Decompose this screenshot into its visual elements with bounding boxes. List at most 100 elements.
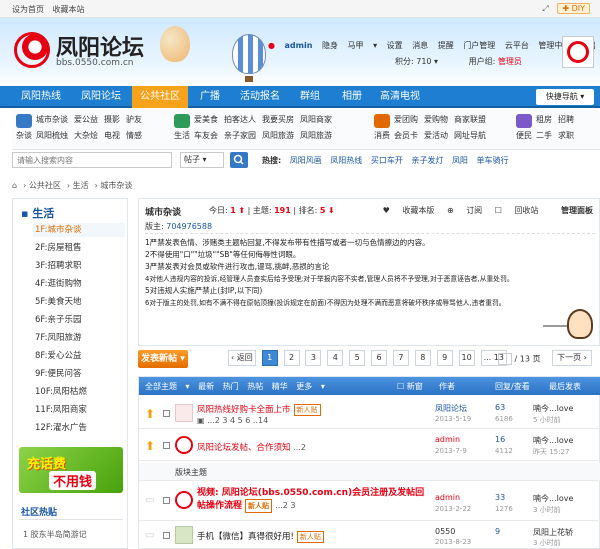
- sidebar-item[interactable]: 8F:爱心公益: [33, 349, 125, 363]
- last-poster[interactable]: 喃今...love: [533, 435, 573, 446]
- thread-author[interactable]: 凤阳论坛: [435, 403, 467, 414]
- search-button[interactable]: [230, 152, 248, 168]
- page-jump-input[interactable]: [498, 353, 512, 365]
- last-post-time[interactable]: 3 小时前: [533, 505, 561, 515]
- filter-latest[interactable]: 最新: [198, 382, 214, 391]
- subnav-link[interactable]: 情感: [126, 131, 142, 140]
- points-link[interactable]: 积分: 710: [395, 57, 432, 66]
- breadcrumb-item[interactable]: 公共社区: [29, 181, 61, 190]
- subnav-link[interactable]: 爱活动: [424, 131, 448, 140]
- sidebar-item[interactable]: 3F:招聘求职: [33, 259, 125, 273]
- nav-item-broadcast[interactable]: 广播: [190, 86, 230, 108]
- thread-author[interactable]: 0550: [435, 527, 455, 536]
- sidebar-item[interactable]: 7F:凤阳旅游: [33, 331, 125, 345]
- subnav-link[interactable]: 我要买房: [262, 115, 294, 124]
- nav-item-community[interactable]: 公共社区: [132, 86, 188, 108]
- set-home-link[interactable]: 设为首页: [12, 5, 44, 14]
- sidebar-ad-banner[interactable]: 充话费 不用钱: [19, 447, 123, 493]
- moderator-link[interactable]: 704976588: [166, 222, 212, 231]
- page-button[interactable]: 8: [414, 350, 431, 366]
- site-logo[interactable]: 凤阳论坛 bbs.0550.com.cn: [14, 32, 144, 68]
- table-row[interactable]: ⬆ 凤阳论坛发帖、合作须知 ...2 admin 2013-7-9 16 411…: [139, 431, 600, 461]
- subnav-link[interactable]: 拍客达人: [224, 115, 256, 124]
- thread-replies[interactable]: 16: [495, 435, 505, 444]
- user-link-portal[interactable]: 门户管理: [463, 41, 495, 50]
- subnav-link[interactable]: 凤阳梳烛: [36, 131, 68, 140]
- subnav-link[interactable]: 电视: [104, 131, 120, 140]
- new-window-toggle[interactable]: ☐ 新窗: [397, 381, 429, 392]
- sidebar-item-city[interactable]: 1F:城市杂谈: [33, 223, 125, 237]
- row-checkbox[interactable]: [163, 497, 170, 504]
- breadcrumb-item[interactable]: 生活: [73, 181, 89, 190]
- page-button[interactable]: 9: [436, 350, 453, 366]
- page-button[interactable]: 7: [392, 350, 409, 366]
- subnav-link[interactable]: 凤阳旅游: [262, 131, 294, 140]
- thread-page-links[interactable]: ...2 3 4 5 6 ..14: [207, 416, 268, 425]
- page-button[interactable]: 10: [458, 350, 475, 366]
- last-post-time[interactable]: 5 小时前: [533, 415, 561, 425]
- sidebar-item[interactable]: 5F:美食天地: [33, 295, 125, 309]
- thread-page-links[interactable]: ...2 3: [275, 501, 295, 510]
- subnav-link[interactable]: 驴友: [126, 115, 142, 124]
- subnav-link[interactable]: 求职: [558, 131, 574, 140]
- subnav-link[interactable]: 凤阳商家: [300, 115, 332, 124]
- user-link-cloud[interactable]: 云平台: [505, 41, 529, 50]
- next-page-button[interactable]: 下一页 ›: [552, 350, 592, 366]
- table-row[interactable]: ▭ 手机【微信】真得很好用! 新人贴 0550 2013-8-23 9 凤阳上花轿…: [139, 523, 600, 549]
- group-link[interactable]: 管理员: [498, 57, 522, 66]
- thread-title[interactable]: 手机【微信】真得很好用!: [197, 532, 294, 542]
- hot-search-link[interactable]: 凤阳热线: [330, 156, 362, 165]
- sidebar-item[interactable]: 2F:房屋租售: [33, 241, 125, 255]
- thread-title[interactable]: 凤阳热线好购卡全面上市: [197, 405, 291, 415]
- thread-title[interactable]: 视频: 凤阳论坛(bbs.0550.com.cn)会员注册及发帖回帖操作流程: [197, 488, 424, 511]
- sidebar-item[interactable]: 9F:便民问答: [33, 367, 125, 381]
- nav-item-hotline[interactable]: 凤阳热线: [12, 86, 70, 108]
- filter-hot[interactable]: 热帖: [247, 382, 263, 391]
- subnav-link[interactable]: 城市杂谈: [36, 115, 68, 124]
- page-button[interactable]: 1: [261, 350, 278, 366]
- invisible-toggle[interactable]: 隐身: [322, 41, 338, 50]
- user-link-settings[interactable]: 设置: [387, 41, 403, 50]
- subnav-link[interactable]: 会员卡: [394, 131, 418, 140]
- subnav-link[interactable]: 租房: [536, 115, 552, 124]
- breadcrumb-item[interactable]: 城市杂谈: [100, 181, 132, 190]
- subnav-link[interactable]: 爱购物: [424, 115, 448, 124]
- thread-replies[interactable]: 63: [495, 403, 505, 412]
- subscribe-button[interactable]: ⊕ 订阅: [447, 206, 482, 215]
- hot-search-link[interactable]: 凤阳: [452, 156, 468, 165]
- sidebar-item[interactable]: 6F:亲子乐园: [33, 313, 125, 327]
- filter-all[interactable]: 全部主题 ▾: [145, 382, 190, 391]
- last-poster[interactable]: 凤阳上花轿: [533, 527, 573, 538]
- thread-page-links[interactable]: ...2: [293, 443, 306, 452]
- nav-item-albums[interactable]: 相册: [332, 86, 372, 108]
- sidebar-title[interactable]: ▪ 生活: [21, 205, 54, 221]
- filter-popular[interactable]: 热门: [223, 382, 239, 391]
- user-link-notice[interactable]: 提醒: [438, 41, 454, 50]
- subnav-link[interactable]: 爱团购: [394, 115, 418, 124]
- page-button[interactable]: 3: [305, 350, 322, 366]
- table-row[interactable]: ▭ 视频: 凤阳论坛(bbs.0550.com.cn)会员注册及发帖回帖操作流程…: [139, 483, 600, 521]
- subnav-link[interactable]: 大杂烩: [74, 131, 98, 140]
- horse-menu[interactable]: 马甲 ▾: [348, 41, 378, 50]
- subnav-link[interactable]: 亲子家园: [224, 131, 256, 140]
- favorite-forum-button[interactable]: ♥ 收藏本版: [383, 206, 435, 215]
- diy-button[interactable]: ✚ DIY: [557, 3, 590, 14]
- expand-icon[interactable]: ⤢: [542, 4, 548, 13]
- last-poster[interactable]: 喃今...love: [533, 493, 573, 504]
- subnav-link[interactable]: 凤阳旅游: [300, 131, 332, 140]
- sidebar-item[interactable]: 12F:濯水广告: [33, 421, 125, 435]
- home-icon[interactable]: ⌂: [12, 181, 17, 190]
- nav-item-hdtv[interactable]: 高清电视: [374, 86, 426, 108]
- subnav-link[interactable]: 商家联盟: [454, 115, 486, 124]
- row-checkbox[interactable]: [163, 410, 170, 417]
- user-link-messages[interactable]: 消息: [412, 41, 428, 50]
- manage-panel-button[interactable]: 管理面板: [551, 206, 593, 215]
- page-button[interactable]: 4: [327, 350, 344, 366]
- subnav-link[interactable]: 二手: [536, 131, 552, 140]
- thread-replies[interactable]: 9: [495, 527, 500, 536]
- hot-search-link[interactable]: 凤阳风画: [290, 156, 322, 165]
- back-button[interactable]: ‹ 返回: [228, 350, 256, 366]
- row-checkbox[interactable]: [163, 532, 170, 539]
- nav-item-events[interactable]: 活动报名: [232, 86, 288, 108]
- nav-item-groups[interactable]: 群组: [290, 86, 330, 108]
